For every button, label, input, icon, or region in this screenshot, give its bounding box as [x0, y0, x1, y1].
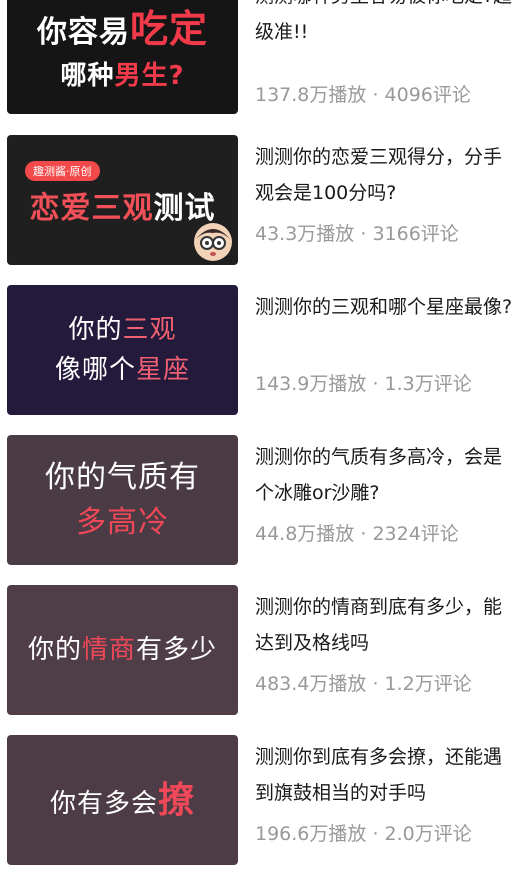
- list-item[interactable]: 趣测酱·原创 恋爱三观测试 测测你的恋爱三观得分，分手观会是100分吗? 43.…: [0, 135, 529, 267]
- thumbnail-line: 你有多会撩: [49, 779, 196, 821]
- thumbnail[interactable]: 趣测酱·原创 恋爱三观测试: [7, 135, 238, 265]
- video-title[interactable]: 测测你的气质有多高冷，会是个冰雕or沙雕?: [255, 439, 520, 511]
- thumbnail-line: 你容易吃定: [36, 7, 208, 51]
- list-item[interactable]: 你容易吃定 哪种男生? 测测哪种男生容易被你吃定?超级准!! 137.8万播放 …: [0, 0, 529, 116]
- video-title[interactable]: 测测你到底有多会撩，还能遇到旗鼓相当的对手吗: [255, 739, 520, 811]
- thumbnail-line: 你的三观: [68, 314, 177, 345]
- original-badge: 趣测酱·原创: [25, 161, 100, 181]
- thumbnail[interactable]: 你的三观 像哪个星座: [7, 285, 238, 415]
- list-item[interactable]: 你的情商有多少 测测你的情商到底有多少，能达到及格线吗 483.4万播放 · 1…: [0, 585, 529, 717]
- video-stats: 43.3万播放 · 3166评论: [255, 223, 459, 245]
- thumbnail[interactable]: 你有多会撩: [7, 735, 238, 865]
- list-item[interactable]: 你的三观 像哪个星座 测测你的三观和哪个星座最像? 143.9万播放 · 1.3…: [0, 285, 529, 417]
- video-stats: 143.9万播放 · 1.3万评论: [255, 373, 472, 395]
- video-stats: 137.8万播放 · 4096评论: [255, 84, 471, 106]
- thumbnail-line: 哪种男生?: [60, 60, 185, 91]
- video-title[interactable]: 测测你的情商到底有多少，能达到及格线吗: [255, 589, 520, 661]
- list-item[interactable]: 你有多会撩 测测你到底有多会撩，还能遇到旗鼓相当的对手吗 196.6万播放 · …: [0, 735, 529, 867]
- thumbnail-line: 你的情商有多少: [27, 634, 218, 665]
- mascot-icon: [194, 223, 232, 261]
- thumbnail[interactable]: 你容易吃定 哪种男生?: [7, 0, 238, 114]
- thumbnail-line: 多高冷: [76, 505, 169, 540]
- video-stats: 196.6万播放 · 2.0万评论: [255, 823, 472, 845]
- video-stats: 44.8万播放 · 2324评论: [255, 523, 459, 545]
- video-title[interactable]: 测测你的恋爱三观得分，分手观会是100分吗?: [255, 139, 520, 211]
- thumbnail-line: 像哪个星座: [54, 355, 191, 385]
- thumbnail-line: 恋爱三观测试: [29, 191, 216, 227]
- video-title[interactable]: 测测哪种男生容易被你吃定?超级准!!: [255, 0, 520, 50]
- video-stats: 483.4万播放 · 1.2万评论: [255, 673, 472, 695]
- video-title[interactable]: 测测你的三观和哪个星座最像?: [255, 289, 520, 325]
- thumbnail[interactable]: 你的情商有多少: [7, 585, 238, 715]
- video-list: 你容易吃定 哪种男生? 测测哪种男生容易被你吃定?超级准!! 137.8万播放 …: [0, 0, 529, 873]
- thumbnail[interactable]: 你的气质有 多高冷: [7, 435, 238, 565]
- thumbnail-line: 你的气质有: [45, 459, 200, 495]
- list-item[interactable]: 你的气质有 多高冷 测测你的气质有多高冷，会是个冰雕or沙雕? 44.8万播放 …: [0, 435, 529, 567]
